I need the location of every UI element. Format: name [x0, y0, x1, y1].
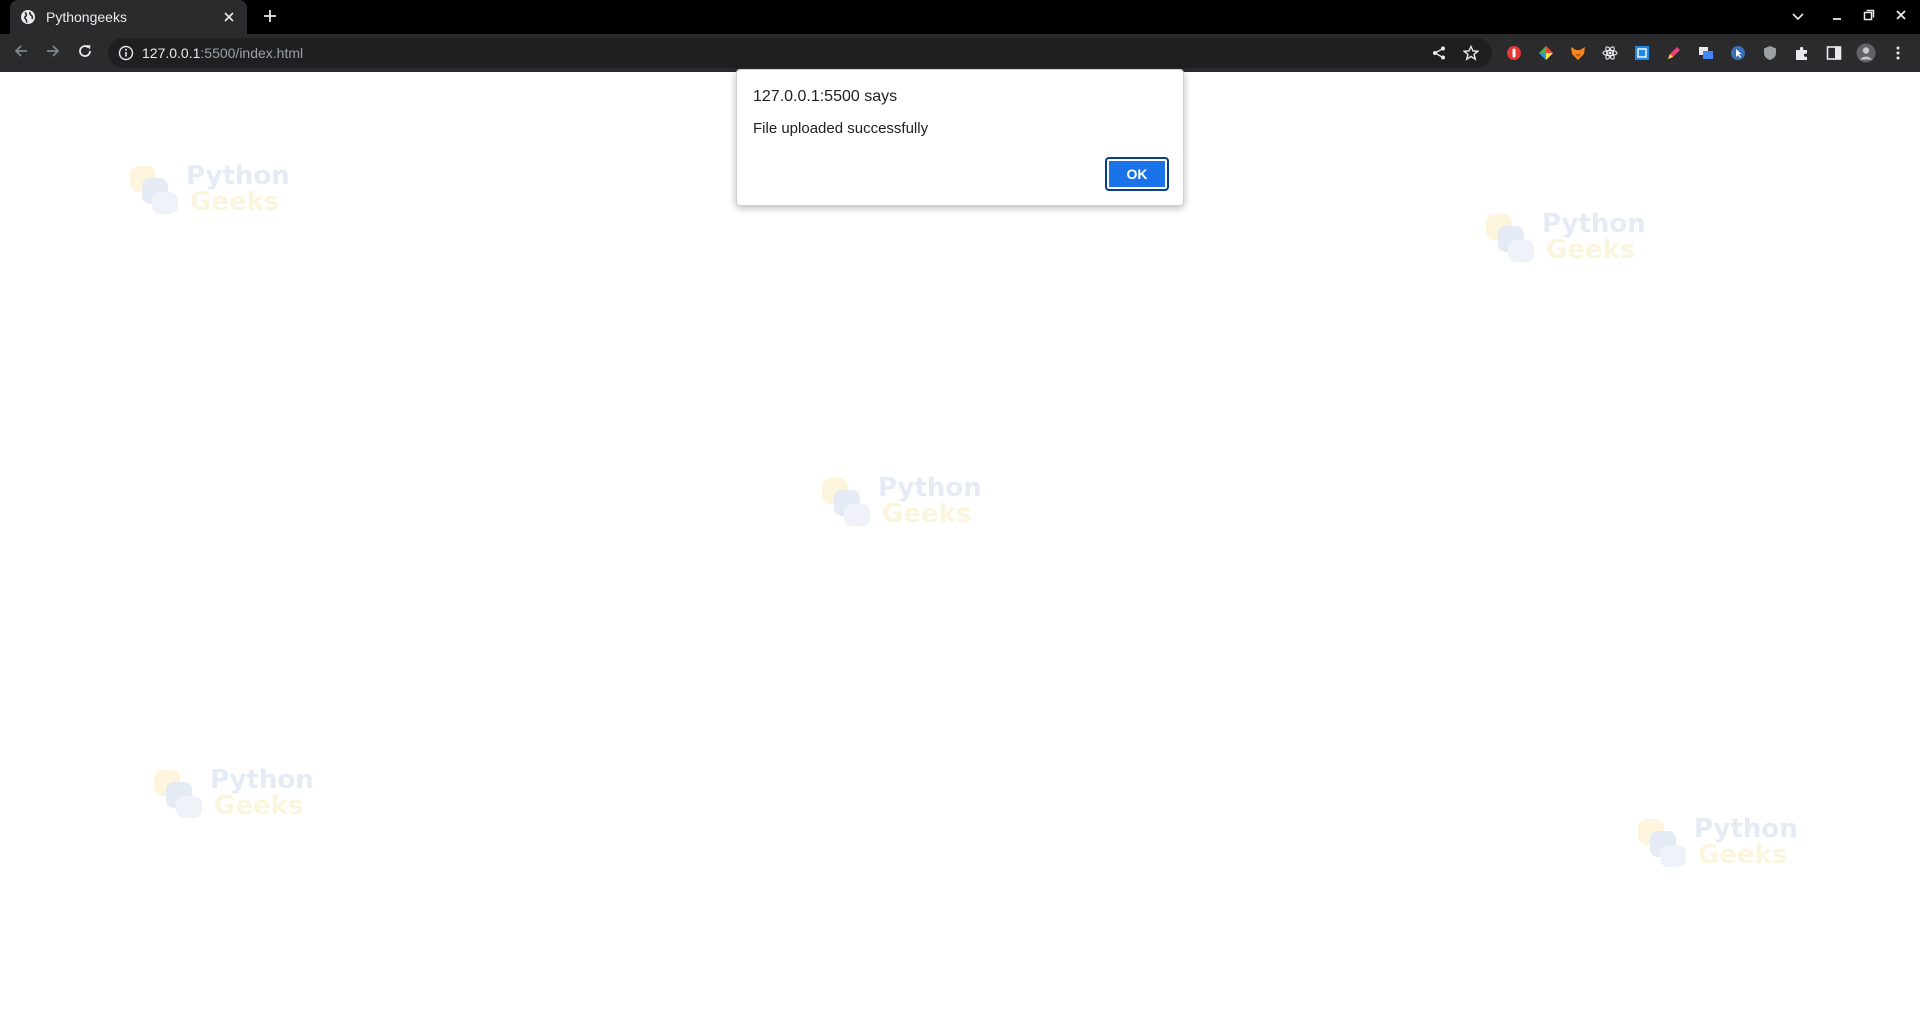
extension-pen-icon[interactable] — [1664, 43, 1684, 63]
extension-red-icon[interactable] — [1504, 43, 1524, 63]
kebab-menu-icon[interactable] — [1888, 43, 1908, 63]
arrow-right-icon — [45, 43, 61, 64]
share-icon[interactable] — [1428, 42, 1450, 64]
watermark-logo: Python Geeks — [1636, 814, 1798, 871]
watermark-logo: Python Geeks — [128, 161, 290, 218]
watermark-text-line2: Geeks — [214, 791, 304, 821]
browser-titlebar: Pythongeeks — [0, 0, 1920, 34]
new-tab-button[interactable] — [258, 6, 282, 30]
minimize-icon — [1831, 8, 1843, 26]
python-geeks-logo-icon — [154, 770, 202, 818]
tab-title: Pythongeeks — [46, 9, 127, 25]
address-url: 127.0.0.1:5500/index.html — [142, 45, 303, 61]
extension-colorpicker-icon[interactable] — [1536, 43, 1556, 63]
extension-react-icon[interactable] — [1600, 43, 1620, 63]
extension-shield-icon[interactable] — [1760, 43, 1780, 63]
plus-icon — [263, 9, 277, 28]
dialog-heading: 127.0.0.1:5500 says — [753, 88, 898, 105]
close-icon — [1895, 8, 1907, 26]
watermark-text-line2: Geeks — [190, 187, 280, 217]
address-path: :5500/index.html — [200, 45, 304, 61]
reload-button[interactable] — [73, 41, 97, 65]
address-bar[interactable]: 127.0.0.1:5500/index.html — [108, 38, 1492, 68]
watermark-logo: Python Geeks — [1484, 209, 1646, 266]
watermark-logo: Python Geeks — [152, 765, 314, 822]
extension-fox-icon[interactable] — [1568, 43, 1588, 63]
tab-close-icon[interactable] — [221, 9, 237, 25]
browser-toolbar: 127.0.0.1:5500/index.html — [0, 34, 1920, 72]
restore-icon — [1863, 8, 1875, 26]
watermark-text-line2: Geeks — [1546, 235, 1636, 265]
back-button[interactable] — [9, 41, 33, 65]
address-host: 127.0.0.1 — [142, 45, 201, 61]
watermark-text-line1: Python — [1542, 209, 1646, 239]
chevron-down-icon — [1792, 8, 1804, 26]
globe-icon — [20, 9, 36, 25]
alert-dialog: 127.0.0.1:5500 says File uploaded succes… — [736, 69, 1184, 206]
extension-cursor-icon[interactable] — [1728, 43, 1748, 63]
tab-search-button[interactable] — [1786, 6, 1810, 28]
restore-button[interactable] — [1857, 6, 1881, 28]
watermark-text-line2: Geeks — [1698, 840, 1788, 870]
info-icon[interactable] — [118, 45, 134, 61]
watermark-text-line1: Python — [210, 765, 314, 795]
tab-pythongeeks[interactable]: Pythongeeks — [10, 0, 247, 34]
forward-button[interactable] — [41, 41, 65, 65]
extension-screenshot-icon[interactable] — [1632, 43, 1652, 63]
python-geeks-logo-icon — [822, 478, 870, 526]
watermark-text-line2: Geeks — [882, 499, 972, 529]
extension-windows-icon[interactable] — [1696, 43, 1716, 63]
extensions-puzzle-icon[interactable] — [1792, 43, 1812, 63]
bookmark-star-icon[interactable] — [1460, 42, 1482, 64]
watermark-text-line1: Python — [878, 473, 982, 503]
reload-icon — [77, 43, 93, 64]
arrow-left-icon — [13, 43, 29, 64]
python-geeks-logo-icon — [1638, 819, 1686, 867]
watermark-text-line1: Python — [186, 161, 290, 191]
close-window-button[interactable] — [1889, 6, 1913, 28]
minimize-button[interactable] — [1825, 6, 1849, 28]
python-geeks-logo-icon — [1486, 214, 1534, 262]
profile-avatar[interactable] — [1856, 43, 1876, 63]
dialog-message: File uploaded successfully — [753, 120, 929, 137]
side-panel-icon[interactable] — [1824, 43, 1844, 63]
python-geeks-logo-icon — [130, 166, 178, 214]
watermark-text-line1: Python — [1694, 814, 1798, 844]
ok-button[interactable]: OK — [1105, 157, 1169, 191]
watermark-logo: Python Geeks — [820, 473, 982, 530]
